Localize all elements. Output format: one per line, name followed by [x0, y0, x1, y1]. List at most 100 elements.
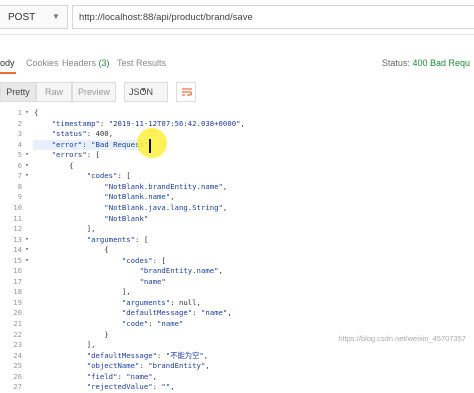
fold-toggle-icon[interactable]: ▾ [25, 171, 29, 179]
code-line: 19 "arguments": null, [0, 298, 474, 309]
preview-button[interactable]: Preview [72, 82, 116, 102]
line-number: 26 [13, 371, 22, 381]
line-number: 22 [13, 329, 22, 339]
url-text: http://localhost:88/api/product/brand/sa… [79, 12, 253, 23]
raw-button[interactable]: Raw [36, 82, 72, 102]
chevron-down-icon: ▼ [140, 87, 147, 94]
line-number: 16 [13, 266, 22, 276]
code-line: 14 ▾ { [0, 245, 474, 256]
line-number: 19 [13, 297, 22, 307]
tab-headers-label: Headers [62, 58, 97, 68]
wrap-button[interactable] [176, 82, 196, 102]
code-line: 27 "rejectedValue": "", [0, 382, 474, 393]
code-text: "NotBlank" [104, 213, 149, 223]
fold-toggle-icon[interactable]: ▾ [25, 150, 29, 158]
cursor-highlight [137, 128, 167, 158]
line-number: 15 [13, 255, 22, 265]
code-text: ], [34, 224, 96, 234]
method-label: POST [8, 12, 36, 23]
tab-test-results[interactable]: Test Results [117, 58, 166, 68]
response-toolbar: Pretty Raw Preview JSON ▼ [0, 80, 474, 104]
url-input[interactable]: http://localhost:88/api/product/brand/sa… [72, 5, 474, 29]
format-select[interactable]: JSON ▼ [124, 82, 168, 102]
tab-cookies[interactable]: Cookies [26, 58, 59, 68]
code-line: 11 "NotBlank" [0, 214, 474, 225]
text-cursor-icon [149, 139, 151, 153]
status-value: 400 Bad Requ [412, 58, 470, 68]
line-number: 18 [13, 287, 22, 297]
line-number: 17 [13, 276, 22, 286]
fold-toggle-icon[interactable]: ▾ [25, 235, 29, 243]
line-number: 9 [17, 192, 22, 202]
line-number: 27 [13, 382, 22, 392]
code-text: "objectName": "brandEntity", [86, 361, 210, 371]
request-bar: POST ▼ http://localhost:88/api/product/b… [0, 0, 474, 35]
line-number: 24 [13, 350, 22, 360]
method-select[interactable]: POST ▼ [0, 5, 68, 29]
code-text: { [34, 245, 109, 255]
code-line: 7 ▾ "codes": [ [0, 171, 474, 182]
code-text: "status": 400, [51, 129, 114, 139]
code-line: 15 ▾ "codes": [ [0, 256, 474, 267]
status-label: Status: [381, 58, 410, 68]
active-tab-indicator [0, 72, 16, 74]
tab-body[interactable]: ody [0, 58, 15, 68]
code-line: 8 "NotBlank.brandEntity.name", [0, 182, 474, 193]
code-text: "NotBlank.name", [104, 192, 175, 202]
code-text: } [34, 329, 109, 339]
code-line: 4 "error": "Bad Request", [0, 139, 474, 151]
status-badge: Status: 400 Bad Requ [382, 58, 470, 68]
line-number: 2 [17, 118, 22, 128]
tab-headers[interactable]: Headers (3) [62, 58, 110, 68]
line-number: 1 [17, 108, 22, 117]
line-number: 7 [17, 171, 22, 181]
watermark: https://blog.csdn.net/weixin_45707357 [338, 334, 466, 343]
line-number: 14 [13, 245, 22, 255]
response-tabs: ody Cookies Headers (3) Test Results Sta… [0, 54, 474, 74]
code-text: "arguments": null, [121, 297, 201, 307]
pretty-label: Pretty [6, 87, 30, 97]
raw-label: Raw [44, 87, 63, 97]
code-line: 10 "NotBlank.java.lang.String", [0, 203, 474, 214]
code-text: "timestamp": "2019-11-12T07:56:42.038+00… [51, 118, 245, 128]
code-text: { [34, 108, 39, 117]
response-body[interactable]: 1 ▾{2 "timestamp": "2019-11-12T07:56:42.0… [0, 106, 474, 391]
fold-toggle-icon[interactable]: ▾ [25, 108, 29, 116]
line-number: 13 [13, 234, 22, 244]
code-text: "defaultMessage": "name", [121, 308, 232, 318]
wrap-lines-icon [182, 88, 192, 96]
code-line: 18 ], [0, 287, 474, 298]
line-number: 3 [17, 129, 22, 139]
code-line: 5 ▾ "errors": [ [0, 150, 474, 161]
tab-headers-count: (3) [98, 58, 110, 68]
code-text: "error": "Bad Request", [51, 139, 153, 149]
code-line: 9 "NotBlank.name", [0, 192, 474, 203]
pretty-button[interactable]: Pretty [0, 82, 36, 102]
line-number: 25 [13, 361, 22, 371]
fold-toggle-icon[interactable]: ▾ [25, 245, 29, 253]
line-number: 11 [13, 213, 22, 223]
code-text: "code": "name" [121, 319, 184, 328]
code-text: "arguments": [ [86, 234, 149, 244]
line-number: 6 [17, 160, 22, 170]
code-text: { [34, 160, 74, 170]
code-line: 1 ▾ { [0, 108, 474, 119]
code-text: "name" [139, 276, 166, 286]
code-line: 24 "defaultMessage": "不能为空", [0, 351, 474, 362]
code-text: "errors": [ [51, 150, 100, 160]
code-line: 16 "brandEntity.name", [0, 266, 474, 277]
preview-label: Preview [77, 87, 110, 97]
line-number: 4 [17, 139, 22, 149]
line-number: 5 [17, 150, 22, 160]
code-line: 6 ▾ { [0, 161, 474, 172]
code-text: "defaultMessage": "不能为空", [86, 350, 209, 360]
code-text: ], [34, 340, 96, 350]
fold-toggle-icon[interactable]: ▾ [25, 256, 29, 264]
line-number: 21 [13, 319, 22, 328]
fold-toggle-icon[interactable]: ▾ [25, 161, 29, 169]
code-text: "codes": [ [86, 171, 131, 181]
code-line: 2 "timestamp": "2019-11-12T07:56:42.038+… [0, 119, 474, 130]
code-line: 3 "status": 400, [0, 129, 474, 140]
code-text: "NotBlank.brandEntity.name", [104, 181, 228, 191]
line-number: 20 [13, 308, 22, 318]
